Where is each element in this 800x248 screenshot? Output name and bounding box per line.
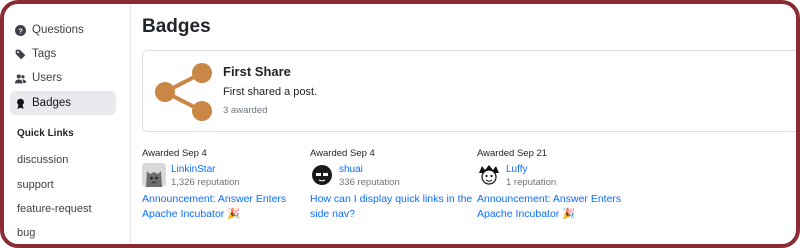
sidebar-item-label: Questions	[32, 24, 84, 36]
user-name-link[interactable]: LinkinStar	[171, 164, 215, 175]
avatar[interactable]	[142, 163, 166, 187]
award-user: LinkinStar 1,326 reputation	[142, 163, 312, 191]
avatar[interactable]	[477, 163, 501, 187]
post-link[interactable]: Announcement: Answer Enters Apache Incub…	[142, 192, 312, 222]
post-link-line-2: Apache Incubator 🎉	[477, 208, 576, 220]
user-reputation: 1 reputation	[506, 177, 557, 188]
award-date: Awarded Sep 21	[477, 148, 548, 159]
sidebar-item-label: Users	[32, 72, 63, 84]
post-link[interactable]: How can I display quick links in the sid…	[310, 192, 480, 222]
sidebar-item-badges[interactable]: Badges	[10, 91, 116, 115]
quick-links-title: Quick Links	[17, 128, 74, 139]
quick-link-support[interactable]: support	[17, 179, 54, 191]
quick-link-bug[interactable]: bug	[17, 227, 35, 239]
people-icon	[15, 73, 26, 84]
badge-card: First Share First shared a post. 3 award…	[142, 50, 796, 132]
question-circle-icon: ?	[15, 24, 26, 36]
post-link-line-2: side nav?	[310, 208, 355, 220]
badge-description: First shared a post.	[223, 86, 318, 98]
post-link-line-2: Apache Incubator 🎉	[142, 208, 241, 220]
tag-icon	[15, 49, 26, 60]
page-title: Badges	[142, 16, 211, 37]
award-user: Luffy 1 reputation	[477, 163, 647, 191]
award-item: Awarded Sep 4 LinkinStar 1,326 reputatio…	[142, 148, 312, 222]
sidebar-item-users[interactable]: Users	[10, 66, 116, 90]
award-item: Awarded Sep 4 shuai 336 reputation How c…	[310, 148, 480, 222]
post-link-line-1: How can I display quick links in the	[310, 193, 473, 205]
award-user: shuai 336 reputation	[310, 163, 480, 191]
badge-name: First Share	[223, 64, 291, 79]
award-item: Awarded Sep 21 Luffy 1 reputation Announ…	[477, 148, 647, 222]
award-date: Awarded Sep 4	[142, 148, 207, 159]
quick-link-discussion[interactable]: discussion	[17, 154, 68, 166]
award-date: Awarded Sep 4	[310, 148, 375, 159]
app-frame: ? Questions Tags Users Badges Quick Link…	[0, 0, 800, 248]
award-icon	[15, 98, 26, 109]
share-icon	[155, 63, 212, 121]
sidebar-item-tags[interactable]: Tags	[10, 42, 116, 66]
user-name-link[interactable]: shuai	[339, 164, 363, 175]
user-reputation: 336 reputation	[339, 177, 400, 188]
sidebar-item-questions[interactable]: ? Questions	[10, 18, 116, 42]
sidebar: ? Questions Tags Users Badges Quick Link…	[4, 4, 131, 244]
svg-text:?: ?	[18, 26, 23, 35]
avatar[interactable]	[310, 163, 334, 187]
post-link-line-1: Announcement: Answer Enters	[477, 193, 622, 205]
post-link-line-1: Announcement: Answer Enters	[142, 193, 287, 205]
post-link[interactable]: Announcement: Answer Enters Apache Incub…	[477, 192, 647, 222]
sidebar-item-label: Badges	[32, 97, 72, 109]
quick-link-feature-request[interactable]: feature-request	[17, 203, 92, 215]
user-name-link[interactable]: Luffy	[506, 164, 528, 175]
sidebar-item-label: Tags	[32, 48, 57, 60]
user-reputation: 1,326 reputation	[171, 177, 240, 188]
badge-awarded-count: 3 awarded	[223, 105, 268, 116]
